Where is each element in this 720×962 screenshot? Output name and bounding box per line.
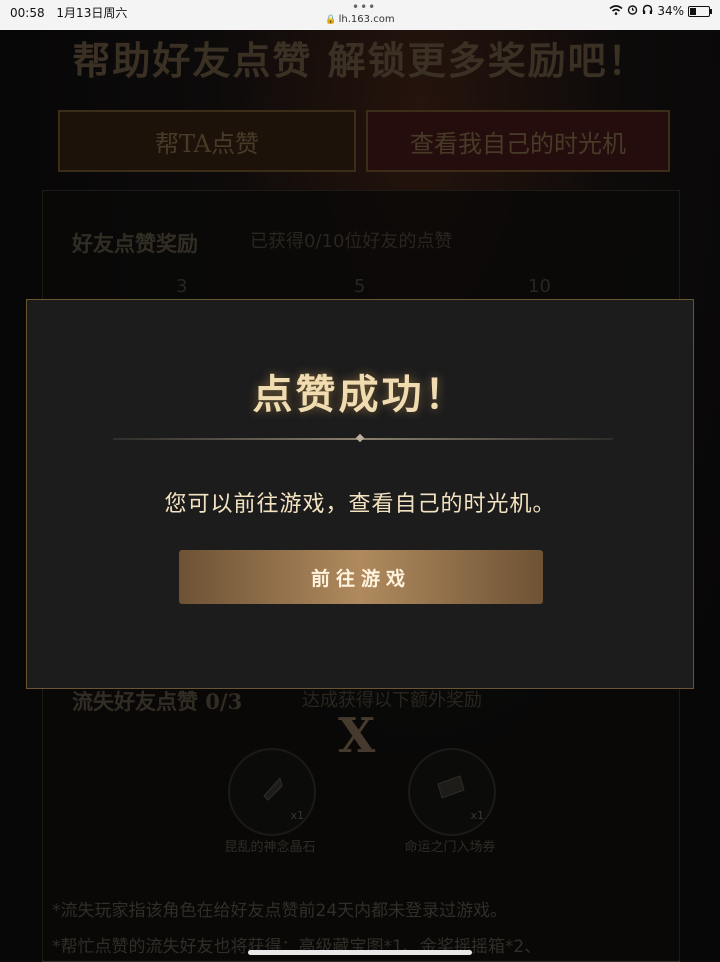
url-text: lh.163.com bbox=[338, 14, 395, 25]
battery-icon bbox=[688, 5, 712, 17]
home-indicator[interactable] bbox=[248, 950, 472, 955]
headphones-icon bbox=[642, 4, 653, 18]
like-success-modal: 点赞成功！ 您可以前往游戏，查看自己的时光机。 前往游戏 bbox=[26, 299, 694, 689]
go-to-game-button[interactable]: 前往游戏 bbox=[179, 550, 543, 604]
modal-title: 点赞成功！ bbox=[252, 371, 468, 418]
status-right: 34% bbox=[609, 4, 712, 18]
battery-fill bbox=[690, 7, 696, 15]
modal-message: 您可以前往游戏，查看自己的时光机。 bbox=[164, 492, 556, 517]
battery-percent: 34% bbox=[657, 4, 684, 18]
more-dots-icon[interactable]: ••• bbox=[352, 0, 376, 14]
wifi-icon bbox=[609, 4, 623, 18]
status-bar: 00:58 1月13日周六 ••• 🔒 lh.163.com 34% bbox=[0, 0, 720, 30]
alarm-icon bbox=[627, 4, 638, 18]
divider-gem-icon bbox=[355, 433, 365, 443]
ornamental-divider bbox=[113, 433, 613, 443]
lock-icon: 🔒 bbox=[325, 15, 337, 25]
